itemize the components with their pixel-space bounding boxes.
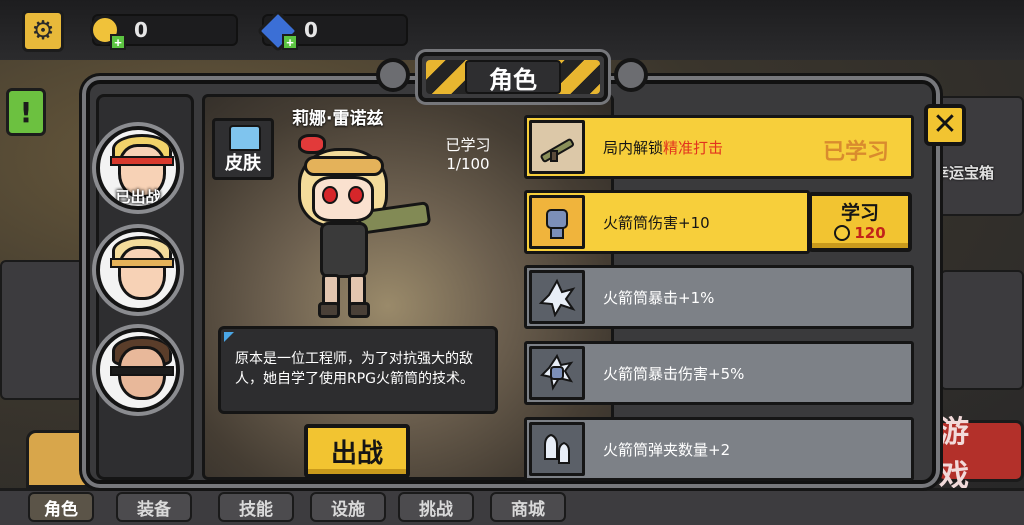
skill-row-precision-strike[interactable]: 局内解锁 精准打击 已学习	[524, 115, 914, 179]
gear-icon: ⚙	[31, 16, 55, 46]
roster-portrait-sunglasses-man[interactable]	[96, 328, 180, 412]
add-gold-button[interactable]: +	[110, 34, 126, 50]
skill-prefix: 局内解锁	[603, 138, 664, 157]
nav-character-avatar	[26, 430, 90, 488]
nav-tab-label: 装备	[137, 499, 171, 520]
skin-label: 皮肤	[225, 153, 261, 174]
rpg-launcher-icon	[540, 138, 574, 163]
skill-text: 火箭筒弹夹数量+2	[603, 440, 731, 459]
nav-tab-equipment[interactable]: 装备	[116, 492, 192, 522]
settings-button[interactable]: ⚙	[22, 10, 64, 52]
learn-skill-button[interactable]: 学习 120	[808, 192, 912, 252]
skill-row-rocket-magazine[interactable]: 火箭筒弹夹数量+2	[524, 417, 914, 481]
nav-tab-skills[interactable]: 技能	[218, 492, 294, 522]
gear-decoration-icon	[614, 58, 648, 92]
portrait-sunglasses	[110, 366, 174, 376]
skill-text: 火箭筒暴击+1%	[603, 288, 715, 307]
fist-icon	[546, 209, 568, 239]
panel-title: 角色	[465, 60, 561, 94]
nav-tab-facilities[interactable]: 设施	[310, 492, 386, 522]
portrait-headband	[110, 156, 174, 166]
gem-amount: 0	[304, 18, 318, 42]
bullet-icon	[529, 422, 585, 476]
nav-tab-label: 挑战	[419, 499, 453, 520]
skill-text: 火箭筒伤害+10	[603, 213, 710, 232]
figure-boot	[318, 302, 340, 318]
gold-amount: 0	[134, 18, 148, 42]
character-name: 莉娜·雷诺兹	[292, 109, 384, 129]
background-machine	[940, 270, 1024, 390]
description-text: 原本是一位工程师，为了对抗强大的敌人，她自学了使用RPG火箭筒的技术。	[235, 351, 475, 387]
skin-button[interactable]: 皮肤	[212, 118, 274, 180]
skill-row-rocket-damage[interactable]: 火箭筒伤害+10	[524, 190, 810, 254]
shirt-icon	[229, 125, 261, 151]
portrait-face	[118, 246, 166, 300]
nav-tab-shop[interactable]: 商城	[490, 492, 566, 522]
figure-eye	[348, 186, 364, 204]
close-icon: ✕	[932, 107, 958, 142]
nav-tab-label: 技能	[239, 499, 273, 520]
bullet-icon	[544, 433, 570, 464]
deploy-label: 出战	[330, 438, 383, 469]
figure-goggles	[304, 156, 384, 176]
learn-label: 学习	[840, 202, 879, 224]
close-button[interactable]: ✕	[924, 104, 966, 146]
nav-tab-character[interactable]: 角色	[28, 492, 94, 522]
background-machine	[0, 260, 86, 400]
skill-row-rocket-crit-damage[interactable]: 火箭筒暴击伤害+5%	[524, 341, 914, 405]
play-button[interactable]: 游戏	[936, 415, 1024, 494]
skill-text: 局内解锁 精准打击	[603, 118, 723, 176]
crit-burst-icon	[538, 278, 576, 317]
portrait-goggles	[110, 258, 174, 268]
roster-portrait-rocket-girl[interactable]: 已出战	[96, 126, 180, 210]
skill-text: 火箭筒暴击伤害+5%	[603, 364, 745, 383]
cost-amount: 120	[854, 224, 886, 242]
lucky-box-label[interactable]: 幸运宝箱	[934, 162, 994, 183]
panel-title-plate: 角色	[418, 52, 608, 102]
crit-fist-icon	[540, 353, 574, 391]
crit-fist-icon	[529, 346, 585, 400]
deployed-tag: 已出战	[115, 188, 161, 206]
exclamation-icon: !	[19, 95, 33, 129]
nav-tab-label: 角色	[44, 499, 78, 520]
learned-progress: 已学习 1/100	[438, 136, 498, 174]
nav-tab-label: 商城	[511, 499, 545, 520]
skill-row-rocket-crit[interactable]: 火箭筒暴击+1%	[524, 265, 914, 329]
figure-body	[320, 222, 368, 278]
alert-button[interactable]: !	[6, 88, 46, 136]
rpg-launcher-icon	[529, 120, 585, 174]
figure-boot	[348, 302, 370, 318]
crit-burst-icon	[529, 270, 585, 324]
learned-tag: 已学习	[822, 140, 889, 165]
play-label: 游戏	[939, 415, 969, 494]
coin-icon	[834, 225, 851, 241]
nav-tab-challenge[interactable]: 挑战	[398, 492, 474, 522]
add-gems-button[interactable]: +	[282, 34, 298, 50]
figure-face	[312, 176, 374, 222]
roster-portrait-lena[interactable]	[96, 228, 180, 312]
learn-cost: 120	[834, 224, 886, 242]
character-figure	[278, 134, 432, 324]
character-description: 原本是一位工程师，为了对抗强大的敌人，她自学了使用RPG火箭筒的技术。	[218, 326, 498, 414]
nav-tab-label: 设施	[331, 499, 365, 520]
deploy-button[interactable]: 出战	[304, 424, 410, 478]
gear-decoration-icon	[376, 58, 410, 92]
fist-icon	[529, 195, 585, 249]
learned-count: 1/100	[446, 155, 490, 173]
skill-highlight: 精准打击	[663, 138, 724, 157]
figure-eye	[322, 186, 338, 204]
learned-label: 已学习	[445, 136, 491, 154]
